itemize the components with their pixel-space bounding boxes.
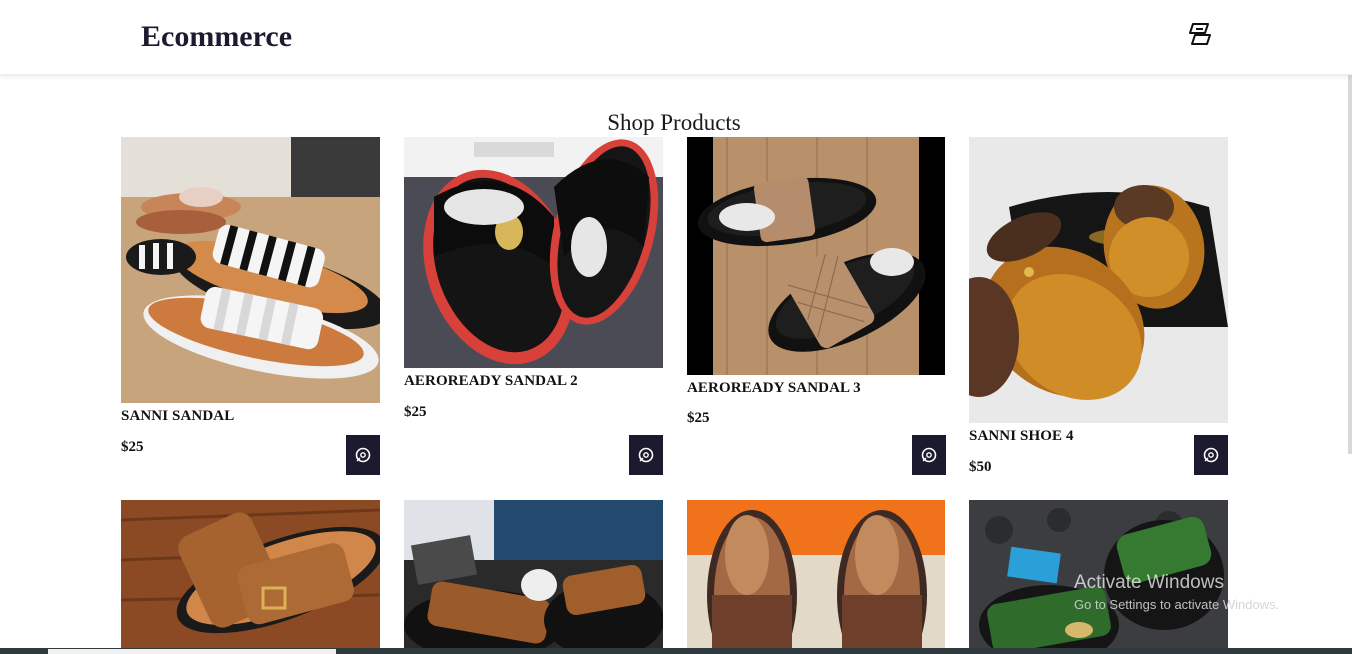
product-name[interactable]: SANNI SHOE 4 bbox=[969, 427, 1074, 445]
add-to-cart-button[interactable] bbox=[1194, 435, 1228, 475]
add-to-cart-button[interactable] bbox=[629, 435, 663, 475]
product-price: $25 bbox=[121, 439, 144, 455]
product-image[interactable] bbox=[687, 137, 946, 375]
product-card: SANNI SANDAL $25 bbox=[121, 137, 380, 477]
navbar: Ecommerce bbox=[0, 0, 1352, 75]
product-image[interactable] bbox=[969, 500, 1228, 654]
product-name[interactable]: AEROREADY SANDAL 2 bbox=[404, 372, 578, 390]
cart-button[interactable] bbox=[1184, 20, 1216, 48]
page-title: Shop Products bbox=[607, 110, 741, 135]
product-price: $25 bbox=[687, 410, 710, 426]
product-card: AEROREADY SANDAL 3 $25 bbox=[687, 137, 946, 477]
eye-circle-icon bbox=[355, 447, 371, 463]
product-card bbox=[404, 500, 663, 654]
vertical-scrollbar[interactable] bbox=[1348, 74, 1352, 454]
product-card bbox=[969, 500, 1228, 654]
product-name[interactable]: AEROREADY SANDAL 3 bbox=[687, 379, 861, 397]
add-to-cart-button[interactable] bbox=[346, 435, 380, 475]
product-image[interactable] bbox=[969, 137, 1228, 423]
product-price: $50 bbox=[969, 459, 992, 475]
product-image[interactable] bbox=[121, 137, 380, 403]
product-name[interactable]: SANNI SANDAL bbox=[121, 407, 234, 425]
cart-icon bbox=[1189, 23, 1211, 45]
horizontal-scrollbar-thumb[interactable] bbox=[48, 649, 336, 654]
brand-logo[interactable]: Ecommerce bbox=[141, 18, 292, 56]
product-price: $25 bbox=[404, 404, 427, 420]
eye-circle-icon bbox=[638, 447, 654, 463]
product-image[interactable] bbox=[687, 500, 946, 654]
product-card bbox=[121, 500, 380, 654]
product-card bbox=[687, 500, 946, 654]
eye-circle-icon bbox=[921, 447, 937, 463]
add-to-cart-button[interactable] bbox=[912, 435, 946, 475]
product-card: SANNI SHOE 4 $50 bbox=[969, 137, 1228, 477]
eye-circle-icon bbox=[1203, 447, 1219, 463]
product-image[interactable] bbox=[404, 500, 663, 654]
product-image[interactable] bbox=[121, 500, 380, 654]
product-card: AEROREADY SANDAL 2 $25 bbox=[404, 137, 663, 477]
product-image[interactable] bbox=[404, 137, 663, 368]
